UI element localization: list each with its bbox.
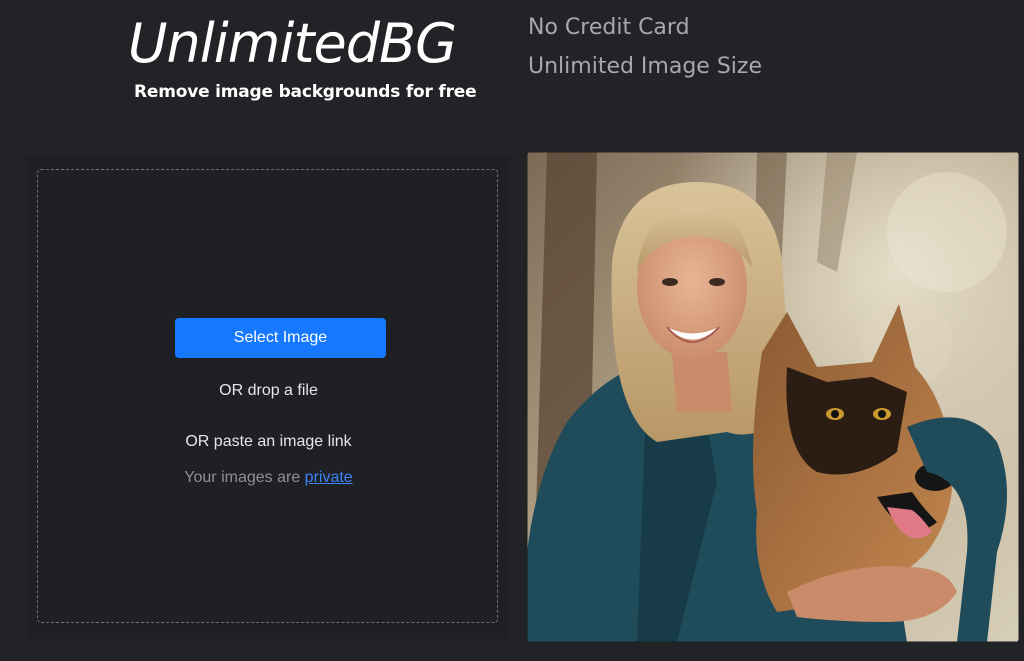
paste-link-text[interactable]: OR paste an image link [38, 433, 499, 451]
sample-photo-woman-with-dog-icon [527, 152, 1019, 642]
select-image-button[interactable]: Select Image [175, 318, 386, 358]
feature-no-credit-card: No Credit Card [528, 15, 690, 40]
upload-panel: Select Image OR drop a file OR paste an … [26, 155, 510, 639]
tagline: Remove image backgrounds for free [134, 82, 477, 102]
private-link[interactable]: private [305, 469, 353, 486]
logo[interactable]: UnlimitedBG [128, 12, 476, 76]
privacy-note: Your images are private [38, 469, 499, 487]
privacy-note-prefix: Your images are [184, 469, 301, 486]
page: UnlimitedBG Remove image backgrounds for… [0, 0, 1024, 661]
features-list: No Credit Card Unlimited Image Size [528, 14, 762, 92]
sample-photo [527, 152, 1019, 642]
file-dropzone[interactable]: Select Image OR drop a file OR paste an … [37, 169, 498, 623]
feature-unlimited-size: Unlimited Image Size [528, 54, 762, 79]
brand-header: UnlimitedBG Remove image backgrounds for… [128, 12, 477, 102]
drop-file-text: OR drop a file [219, 382, 318, 399]
